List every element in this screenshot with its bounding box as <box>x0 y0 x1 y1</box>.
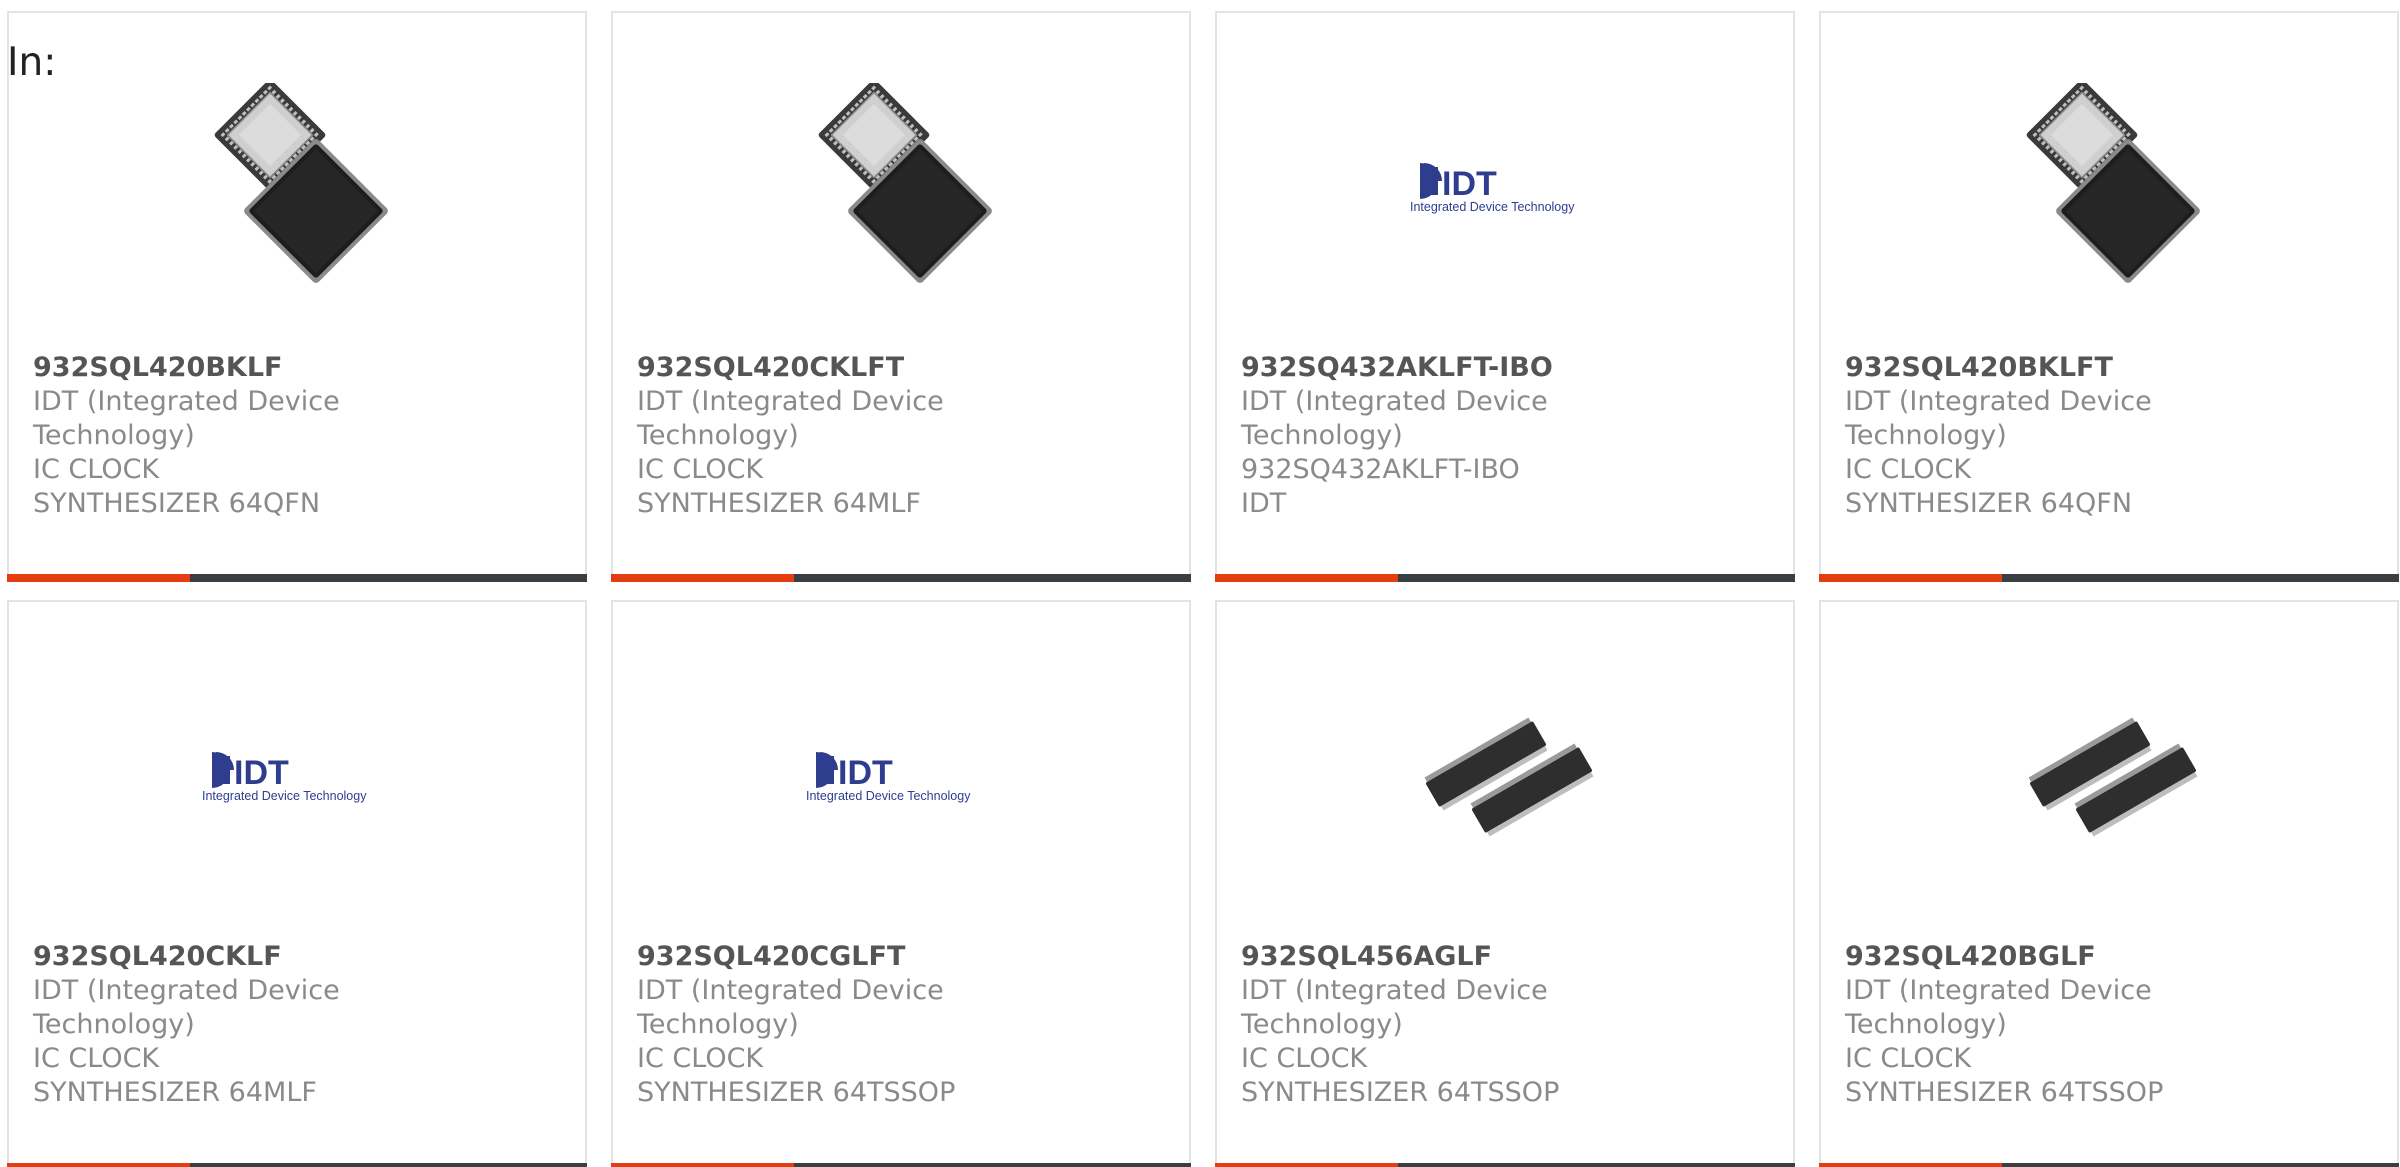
product-card[interactable]: 932SQL456AGLF IDT (Integrated Device Tech… <box>1215 600 1795 1167</box>
card-bottom-bar <box>7 574 587 582</box>
logo-subtext: Integrated Device Technology <box>1410 200 1575 214</box>
qfn-chip-image[interactable] <box>2012 83 2212 283</box>
idt-logo-image[interactable]: IDT Integrated Device Technology <box>1408 83 1608 283</box>
product-description: 932SQ432AKLFT-IBO IDT <box>1241 454 1520 519</box>
product-info: 932SQL456AGLF IDT (Integrated Device Tech… <box>1241 940 1561 1110</box>
product-description: IC CLOCK SYNTHESIZER 64TSSOP <box>1845 1043 2164 1108</box>
manufacturer-name: IDT (Integrated Device Technology) <box>1241 975 1548 1040</box>
idt-logo-image[interactable]: IDT Integrated Device Technology <box>200 672 400 872</box>
product-card[interactable]: 932SQL420BKLF IDT (Integrated Device Tech… <box>7 11 587 582</box>
product-info: 932SQL420BKLFT IDT (Integrated Device Tec… <box>1845 351 2165 521</box>
manufacturer-name: IDT (Integrated Device Technology) <box>637 386 944 451</box>
product-card[interactable]: 932SQL420CKLFT IDT (Integrated Device Tec… <box>611 11 1191 582</box>
card-accent-bar <box>1215 574 1398 582</box>
logo-text: IDT <box>234 754 289 792</box>
card-bottom-bar <box>1215 1163 1795 1167</box>
product-description: IC CLOCK SYNTHESIZER 64TSSOP <box>1241 1043 1560 1108</box>
card-bottom-bar <box>1215 574 1795 582</box>
product-description: IC CLOCK SYNTHESIZER 64QFN <box>33 454 321 519</box>
qfn-chip-image[interactable] <box>804 83 1004 283</box>
idt-logo-image[interactable]: IDT Integrated Device Technology <box>804 672 1004 872</box>
card-accent-bar <box>1819 574 2002 582</box>
card-bottom-bar <box>1819 574 2399 582</box>
card-accent-bar <box>7 1163 190 1167</box>
product-description: IC CLOCK SYNTHESIZER 64MLF <box>33 1043 317 1108</box>
part-number-link[interactable]: 932SQL420BKLF <box>33 351 353 385</box>
product-description: IC CLOCK SYNTHESIZER 64MLF <box>637 454 921 519</box>
product-card[interactable]: IDT Integrated Device Technology 932SQL4… <box>7 600 587 1167</box>
product-card[interactable]: IDT Integrated Device Technology 932SQL4… <box>611 600 1191 1167</box>
manufacturer-name: IDT (Integrated Device Technology) <box>1845 975 2152 1040</box>
product-card[interactable]: 932SQL420BKLFT IDT (Integrated Device Tec… <box>1819 11 2399 582</box>
in-label: In: <box>7 40 57 85</box>
product-info: 932SQ432AKLFT-IBO IDT (Integrated Device … <box>1241 351 1561 521</box>
card-bottom-bar <box>611 1163 1191 1167</box>
logo-text: IDT <box>1442 165 1497 203</box>
product-info: 932SQL420CKLF IDT (Integrated Device Tech… <box>33 940 353 1110</box>
product-info: 932SQL420CKLFT IDT (Integrated Device Tec… <box>637 351 957 521</box>
part-number-link[interactable]: 932SQL420CKLFT <box>637 351 957 385</box>
card-accent-bar <box>1819 1163 2002 1167</box>
product-card[interactable]: 932SQL420BGLF IDT (Integrated Device Tech… <box>1819 600 2399 1167</box>
logo-text: IDT <box>838 754 893 792</box>
part-number-link[interactable]: 932SQL420CKLF <box>33 940 353 974</box>
manufacturer-name: IDT (Integrated Device Technology) <box>637 975 944 1040</box>
logo-subtext: Integrated Device Technology <box>806 789 971 803</box>
product-info: 932SQL420CGLFT IDT (Integrated Device Tec… <box>637 940 957 1110</box>
product-grid-page: In: 932SQL420BKLF IDT (Integrated Device … <box>0 0 2400 1167</box>
logo-subtext: Integrated Device Technology <box>202 789 367 803</box>
part-number-link[interactable]: 932SQL420CGLFT <box>637 940 957 974</box>
manufacturer-name: IDT (Integrated Device Technology) <box>1241 386 1548 451</box>
part-number-link[interactable]: 932SQ432AKLFT-IBO <box>1241 351 1561 385</box>
card-bottom-bar <box>7 1163 587 1167</box>
card-bottom-bar <box>1819 1163 2399 1167</box>
card-accent-bar <box>1215 1163 1398 1167</box>
manufacturer-name: IDT (Integrated Device Technology) <box>1845 386 2152 451</box>
card-bottom-bar <box>611 574 1191 582</box>
part-number-link[interactable]: 932SQL456AGLF <box>1241 940 1561 974</box>
product-description: IC CLOCK SYNTHESIZER 64TSSOP <box>637 1043 956 1108</box>
card-accent-bar <box>611 1163 794 1167</box>
part-number-link[interactable]: 932SQL420BGLF <box>1845 940 2165 974</box>
product-card[interactable]: IDT Integrated Device Technology 932SQ43… <box>1215 11 1795 582</box>
tssop-chip-image[interactable] <box>1408 672 1608 872</box>
product-info: 932SQL420BKLF IDT (Integrated Device Tech… <box>33 351 353 521</box>
product-description: IC CLOCK SYNTHESIZER 64QFN <box>1845 454 2133 519</box>
card-accent-bar <box>7 574 190 582</box>
part-number-link[interactable]: 932SQL420BKLFT <box>1845 351 2165 385</box>
manufacturer-name: IDT (Integrated Device Technology) <box>33 386 340 451</box>
manufacturer-name: IDT (Integrated Device Technology) <box>33 975 340 1040</box>
tssop-chip-image[interactable] <box>2012 672 2212 872</box>
product-grid: 932SQL420BKLF IDT (Integrated Device Tech… <box>7 11 2399 1167</box>
product-info: 932SQL420BGLF IDT (Integrated Device Tech… <box>1845 940 2165 1110</box>
qfn-chip-image[interactable] <box>200 83 400 283</box>
card-accent-bar <box>611 574 794 582</box>
